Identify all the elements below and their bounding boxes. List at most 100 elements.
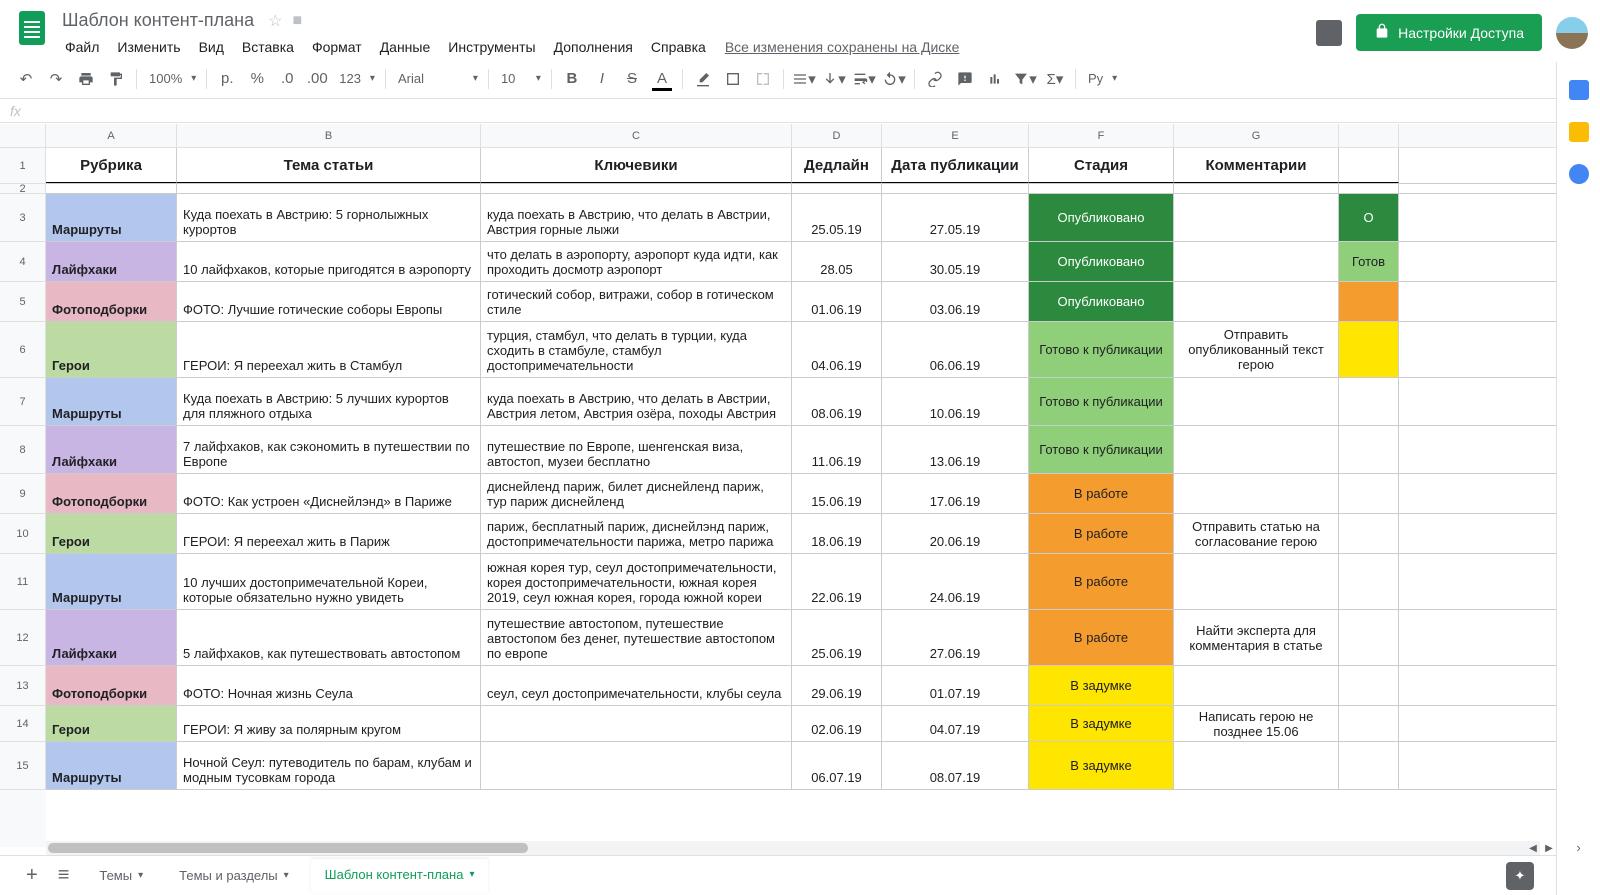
all-sheets-button[interactable]: ≡ xyxy=(54,860,74,891)
cell[interactable]: 13.06.19 xyxy=(882,426,1029,473)
row-header-1[interactable]: 1 xyxy=(0,148,46,184)
header-cell[interactable]: Тема статьи xyxy=(177,148,481,183)
cell[interactable] xyxy=(1339,282,1399,321)
cell[interactable] xyxy=(1339,666,1399,705)
col-header-D[interactable]: D xyxy=(792,124,882,147)
cell[interactable]: сеул, сеул достопримечательности, клубы … xyxy=(481,666,792,705)
cell[interactable]: 7 лайфхаков, как сэкономить в путешестви… xyxy=(177,426,481,473)
font-size-select[interactable]: 10 xyxy=(495,67,533,90)
cell[interactable] xyxy=(1174,474,1339,513)
share-button[interactable]: Настройки Доступа xyxy=(1356,14,1542,51)
cell[interactable]: В работе xyxy=(1029,610,1174,665)
cell[interactable]: Лайфхаки xyxy=(46,610,177,665)
cell[interactable]: Герои xyxy=(46,322,177,377)
cell[interactable] xyxy=(882,184,1029,193)
paint-format-button[interactable] xyxy=(102,65,130,93)
cell[interactable] xyxy=(1339,148,1399,183)
cell[interactable]: Маршруты xyxy=(46,554,177,609)
cell[interactable] xyxy=(792,184,882,193)
cell[interactable]: Герои xyxy=(46,706,177,741)
cell[interactable]: Написать герою не позднее 15.06 xyxy=(1174,706,1339,741)
cell[interactable]: Отправить статью на согласование герою xyxy=(1174,514,1339,553)
sheets-logo[interactable] xyxy=(12,8,52,48)
folder-icon[interactable]: ■ xyxy=(292,12,302,30)
cell[interactable] xyxy=(1029,184,1174,193)
chart-button[interactable] xyxy=(981,65,1009,93)
functions-button[interactable]: Σ▾ xyxy=(1041,65,1069,93)
cell[interactable]: Готово к публикации xyxy=(1029,426,1174,473)
col-header-B[interactable]: B xyxy=(177,124,481,147)
cell[interactable] xyxy=(481,706,792,741)
cell[interactable]: Отправить опубликованный текст герою xyxy=(1174,322,1339,377)
cell[interactable] xyxy=(481,742,792,789)
cell[interactable]: Лайфхаки xyxy=(46,242,177,281)
merge-button[interactable] xyxy=(749,65,777,93)
cell[interactable]: Куда поехать в Австрию: 5 лучших курорто… xyxy=(177,378,481,425)
scroll-right-button[interactable]: ▶ xyxy=(1542,841,1556,855)
cell[interactable]: куда поехать в Австрию, что делать в Авс… xyxy=(481,378,792,425)
horizontal-scrollbar[interactable] xyxy=(46,841,1540,855)
star-icon[interactable]: ☆ xyxy=(268,11,282,31)
cell[interactable]: ГЕРОИ: Я переехал жить в Париж xyxy=(177,514,481,553)
col-header-E[interactable]: E xyxy=(882,124,1029,147)
cell[interactable]: 01.07.19 xyxy=(882,666,1029,705)
cell[interactable]: 10 лучших достопримечательной Кореи, кот… xyxy=(177,554,481,609)
user-avatar[interactable] xyxy=(1556,17,1588,49)
cell[interactable]: 15.06.19 xyxy=(792,474,882,513)
link-button[interactable] xyxy=(921,65,949,93)
cell[interactable]: париж, бесплатный париж, диснейлэнд пари… xyxy=(481,514,792,553)
cell[interactable] xyxy=(1174,184,1339,193)
valign-button[interactable]: ▾ xyxy=(820,65,848,93)
cell[interactable] xyxy=(1339,742,1399,789)
col-header-G[interactable]: G xyxy=(1174,124,1339,147)
cell[interactable]: 11.06.19 xyxy=(792,426,882,473)
cell[interactable]: В работе xyxy=(1029,474,1174,513)
calendar-icon[interactable] xyxy=(1569,80,1589,100)
cell[interactable]: 02.06.19 xyxy=(792,706,882,741)
menu-формат[interactable]: Формат xyxy=(305,35,369,59)
cell[interactable]: 29.06.19 xyxy=(792,666,882,705)
cell[interactable]: ГЕРОИ: Я переехал жить в Стамбул xyxy=(177,322,481,377)
col-header-A[interactable]: A xyxy=(46,124,177,147)
row-header-11[interactable]: 11 xyxy=(0,554,46,610)
row-header-7[interactable]: 7 xyxy=(0,378,46,426)
cell[interactable]: диснейленд париж, билет диснейленд париж… xyxy=(481,474,792,513)
cell[interactable]: В задумке xyxy=(1029,706,1174,741)
cell[interactable]: путешествие автостопом, путешествие авто… xyxy=(481,610,792,665)
row-header-8[interactable]: 8 xyxy=(0,426,46,474)
cell[interactable]: Готов xyxy=(1339,242,1399,281)
cell[interactable] xyxy=(1339,554,1399,609)
cell[interactable]: 25.06.19 xyxy=(792,610,882,665)
cell[interactable]: ГЕРОИ: Я живу за полярным кругом xyxy=(177,706,481,741)
cell[interactable]: 27.05.19 xyxy=(882,194,1029,241)
cell[interactable]: ФОТО: Как устроен «Диснейлэнд» в Париже xyxy=(177,474,481,513)
cell[interactable]: 20.06.19 xyxy=(882,514,1029,553)
cell[interactable] xyxy=(1174,666,1339,705)
fill-color-button[interactable] xyxy=(689,65,717,93)
cell[interactable]: Опубликовано xyxy=(1029,194,1174,241)
cell[interactable]: Готово к публикации xyxy=(1029,322,1174,377)
menu-файл[interactable]: Файл xyxy=(58,35,106,59)
cell[interactable]: 28.05 xyxy=(792,242,882,281)
row-header-13[interactable]: 13 xyxy=(0,666,46,706)
header-cell[interactable]: Стадия xyxy=(1029,148,1174,183)
menu-инструменты[interactable]: Инструменты xyxy=(441,35,542,59)
cell[interactable]: 01.06.19 xyxy=(792,282,882,321)
cell[interactable]: 08.06.19 xyxy=(792,378,882,425)
col-header-F[interactable]: F xyxy=(1029,124,1174,147)
percent-button[interactable]: % xyxy=(243,65,271,93)
cell[interactable] xyxy=(1339,514,1399,553)
cell[interactable]: Герои xyxy=(46,514,177,553)
cell[interactable]: 27.06.19 xyxy=(882,610,1029,665)
cell[interactable]: 10 лайфхаков, которые пригодятся в аэроп… xyxy=(177,242,481,281)
decrease-decimal-button[interactable]: .0 xyxy=(273,65,301,93)
currency-button[interactable]: р. xyxy=(213,65,241,93)
italic-button[interactable]: I xyxy=(588,65,616,93)
cell[interactable]: О xyxy=(1339,194,1399,241)
cell[interactable] xyxy=(1174,742,1339,789)
wrap-button[interactable]: ▾ xyxy=(850,65,878,93)
saved-status[interactable]: Все изменения сохранены на Диске xyxy=(725,39,960,55)
halign-button[interactable]: ▾ xyxy=(790,65,818,93)
spreadsheet-grid[interactable]: ABCDEFG 123456789101112131415 РубрикаТем… xyxy=(0,124,1556,847)
comments-icon[interactable] xyxy=(1316,20,1342,46)
